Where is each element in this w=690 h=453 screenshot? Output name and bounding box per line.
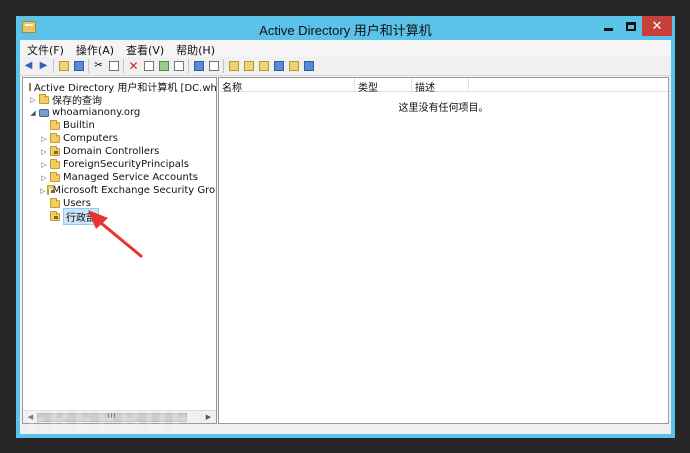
mmc-view-icon[interactable] — [207, 60, 220, 73]
toolbar-separator — [188, 59, 189, 73]
tree-item-admin-dept[interactable]: 行政部 — [23, 208, 216, 225]
tree-item-label: 行政部 — [63, 208, 99, 225]
directory-icon — [29, 82, 31, 91]
tree-item-users[interactable]: Users — [23, 197, 216, 210]
window-title: Active Directory 用户和计算机 — [259, 23, 432, 38]
watermark: FREEBUF — [26, 404, 193, 439]
minimize-button[interactable] — [596, 16, 620, 36]
toolbar-separator — [88, 59, 89, 73]
tree-item-label: whoamianony.org — [52, 107, 141, 118]
tree-item-saved-queries[interactable]: ▷ 保存的查询 — [23, 93, 216, 107]
expand-chevron-icon[interactable]: ▷ — [40, 187, 45, 195]
empty-list-message: 这里没有任何项目。 — [398, 103, 489, 114]
expand-chevron-icon[interactable]: ▷ — [40, 148, 48, 156]
tree-item-label: Domain Controllers — [63, 146, 160, 157]
tree-item-label: 保存的查询 — [52, 96, 102, 107]
tree-item-label: Builtin — [63, 120, 95, 131]
folder-icon — [50, 171, 60, 182]
menu-view[interactable]: 查看(V) — [119, 40, 169, 57]
column-header-name[interactable]: 名称 — [219, 78, 355, 94]
tree-item-managed-service-accounts[interactable]: ▷ Managed Service Accounts — [23, 171, 216, 184]
window-client: 文件(F) 操作(A) 查看(V) 帮助(H) ◀ ▶ ✂ ✕ Active D… — [20, 40, 671, 434]
toolbar-separator — [223, 59, 224, 73]
list-header: 名称 类型 描述 — [219, 78, 668, 94]
close-icon: ✕ — [651, 18, 663, 34]
tree-item-exchange-security-groups[interactable]: ▷ Microsoft Exchange Security Groups — [23, 184, 216, 197]
ou-folder-icon — [50, 210, 60, 221]
ou-folder-icon — [47, 184, 56, 195]
details-pane: 名称 类型 描述 这里没有任何项目。 — [218, 77, 669, 424]
folder-icon — [50, 197, 60, 208]
app-window: Active Directory 用户和计算机 ✕ 文件(F) 操作(A) 查看… — [16, 16, 675, 438]
maximize-button[interactable] — [620, 16, 642, 36]
new-user-icon[interactable] — [227, 60, 240, 73]
delete-icon[interactable]: ✕ — [127, 60, 140, 73]
folder-icon — [50, 158, 60, 169]
column-header-type[interactable]: 类型 — [355, 78, 412, 94]
title-bar[interactable]: Active Directory 用户和计算机 ✕ — [16, 16, 675, 40]
show-console-tree-icon[interactable] — [72, 60, 85, 73]
folder-icon — [50, 132, 60, 143]
toolbar: ◀ ▶ ✂ ✕ — [20, 57, 671, 76]
column-header-description[interactable]: 描述 — [412, 78, 469, 94]
export-list-icon[interactable] — [172, 60, 185, 73]
tree-item-domain[interactable]: ◢ whoamianony.org — [23, 106, 216, 119]
tree-item-label: Computers — [63, 133, 118, 144]
domain-icon — [39, 108, 49, 117]
expand-chevron-icon[interactable]: ▷ — [40, 161, 48, 169]
toolbar-separator — [53, 59, 54, 73]
up-folder-icon[interactable] — [57, 60, 70, 73]
add-to-group-icon[interactable] — [302, 60, 315, 73]
find-icon[interactable] — [287, 60, 300, 73]
ou-folder-icon — [50, 145, 60, 156]
minimize-icon — [603, 27, 613, 31]
menu-action[interactable]: 操作(A) — [69, 40, 119, 57]
maximize-icon — [626, 21, 636, 31]
refresh-icon[interactable] — [157, 60, 170, 73]
tree-item-label: Microsoft Exchange Security Groups — [52, 185, 217, 196]
tree-item-computers[interactable]: ▷ Computers — [23, 132, 216, 145]
folder-icon — [39, 93, 49, 104]
new-ou-icon[interactable] — [257, 60, 270, 73]
forward-arrow-icon[interactable]: ▶ — [37, 60, 50, 73]
expand-chevron-icon[interactable]: ▷ — [40, 135, 48, 143]
close-button[interactable]: ✕ — [642, 16, 672, 36]
help-icon[interactable] — [192, 60, 205, 73]
scroll-right-icon[interactable]: ▶ — [203, 412, 214, 422]
new-group-icon[interactable] — [242, 60, 255, 73]
expand-chevron-icon[interactable]: ▷ — [40, 174, 48, 182]
menu-file[interactable]: 文件(F) — [20, 40, 69, 57]
toolbar-separator — [123, 59, 124, 73]
back-arrow-icon[interactable]: ◀ — [22, 60, 35, 73]
console-tree: Active Directory 用户和计算机 [DC.whoamia ▷ 保存… — [22, 77, 217, 424]
tree-item-foreign-security-principals[interactable]: ▷ ForeignSecurityPrincipals — [23, 158, 216, 171]
tree-item-builtin[interactable]: Builtin — [23, 119, 216, 132]
tree-item-domain-controllers[interactable]: ▷ Domain Controllers — [23, 145, 216, 158]
tree-item-label: ForeignSecurityPrincipals — [63, 159, 189, 170]
collapse-chevron-icon[interactable]: ◢ — [29, 109, 37, 117]
menu-bar: 文件(F) 操作(A) 查看(V) 帮助(H) — [20, 40, 671, 57]
expand-chevron-icon[interactable]: ▷ — [29, 96, 37, 104]
folder-icon — [50, 119, 60, 130]
tree-item-label: Managed Service Accounts — [63, 172, 198, 183]
tree: Active Directory 用户和计算机 [DC.whoamia ▷ 保存… — [23, 78, 216, 225]
cut-icon[interactable]: ✂ — [92, 60, 105, 73]
properties-icon[interactable] — [142, 60, 155, 73]
copy-icon[interactable] — [107, 60, 120, 73]
menu-help[interactable]: 帮助(H) — [169, 40, 220, 57]
filter-icon[interactable] — [272, 60, 285, 73]
